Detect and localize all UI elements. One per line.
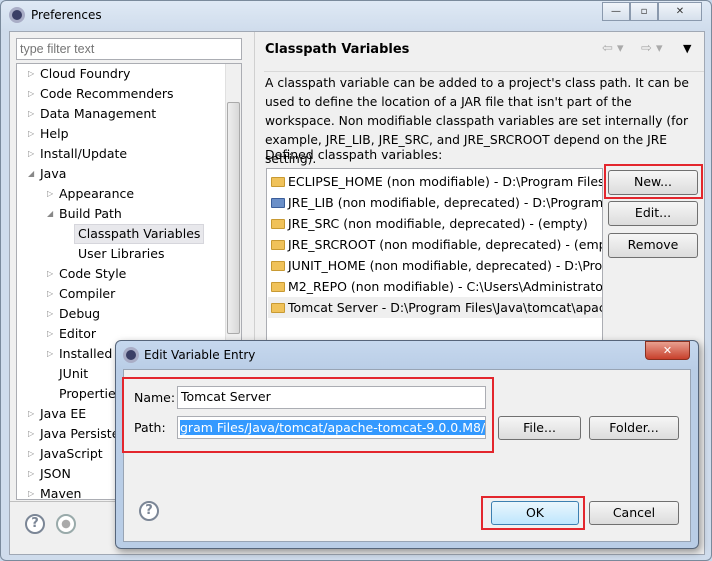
name-field[interactable]: Tomcat Server (177, 386, 486, 409)
folder-button[interactable]: Folder... (589, 416, 679, 440)
dialog-title: Edit Variable Entry (144, 348, 256, 362)
menu-icon[interactable]: ▼ (683, 42, 691, 55)
ok-button[interactable]: OK (491, 501, 579, 525)
path-value: gram Files/Java/tomcat/apache-tomcat-9.0… (180, 420, 485, 435)
variable-label: JRE_SRCROOT (non modifiable, deprecated)… (288, 237, 603, 252)
path-field[interactable]: gram Files/Java/tomcat/apache-tomcat-9.0… (177, 416, 486, 439)
variable-item[interactable]: Tomcat Server - D:\Program Files\Java\to… (268, 297, 602, 318)
collapsed-icon[interactable]: ▷ (47, 304, 53, 324)
page-title: Classpath Variables (265, 42, 410, 57)
tree-item[interactable]: Build Path (59, 204, 122, 224)
filter-input[interactable] (16, 38, 242, 60)
tree-item[interactable]: Install/Update (40, 144, 127, 164)
collapsed-icon[interactable]: ▷ (28, 144, 34, 164)
help-icon[interactable]: ? (139, 501, 159, 521)
folder-icon (271, 303, 285, 313)
edit-variable-dialog: Edit Variable Entry ✕ Name: Tomcat Serve… (115, 340, 699, 549)
variable-label: JRE_LIB (non modifiable, deprecated) - D… (288, 195, 603, 210)
tree-item[interactable]: JavaScript (40, 444, 103, 464)
name-label: Name: (134, 390, 176, 405)
collapsed-icon[interactable]: ▷ (47, 284, 53, 304)
jar-icon (271, 198, 285, 208)
edit-button[interactable]: Edit... (608, 201, 698, 226)
list-label: Defined classpath variables: (265, 147, 443, 162)
variable-item[interactable]: JRE_SRC (non modifiable, deprecated) - (… (271, 213, 588, 234)
forward-icon[interactable]: ⇨ ▾ (641, 41, 663, 56)
collapsed-icon[interactable]: ▷ (28, 424, 34, 444)
help-icon[interactable]: ? (25, 514, 45, 534)
variable-label: Tomcat Server - D:\Program Files\Java\to… (288, 300, 603, 315)
tree-item[interactable]: JSON (40, 464, 71, 484)
minimize-button[interactable]: — (602, 2, 630, 21)
collapsed-icon[interactable]: ▷ (47, 184, 53, 204)
remove-button[interactable]: Remove (608, 233, 698, 258)
variable-label: JRE_SRC (non modifiable, deprecated) - (… (288, 216, 588, 231)
collapsed-icon[interactable]: ▷ (28, 444, 34, 464)
tree-item[interactable]: Appearance (59, 184, 134, 204)
collapsed-icon[interactable]: ▷ (47, 344, 53, 364)
tree-item[interactable]: Code Style (59, 264, 126, 284)
tree-item[interactable]: Debug (59, 304, 100, 324)
variable-label: JUNIT_HOME (non modifiable, deprecated) … (288, 258, 603, 273)
tree-item[interactable]: User Libraries (78, 244, 164, 264)
divider (264, 71, 704, 72)
collapsed-icon[interactable]: ▷ (28, 124, 34, 144)
folder-icon (271, 177, 285, 187)
expanded-icon[interactable]: ◢ (28, 164, 34, 184)
tree-item[interactable]: Help (40, 124, 69, 144)
variables-list: ECLIPSE_HOME (non modifiable) - D:\Progr… (266, 168, 603, 358)
collapsed-icon[interactable]: ▷ (47, 264, 53, 284)
variable-item[interactable]: M2_REPO (non modifiable) - C:\Users\Admi… (271, 276, 603, 297)
variable-label: M2_REPO (non modifiable) - C:\Users\Admi… (288, 279, 603, 294)
collapsed-icon[interactable]: ▷ (28, 484, 34, 499)
tree-item[interactable]: JUnit (59, 364, 88, 384)
tree-item[interactable]: Data Management (40, 104, 156, 124)
expanded-icon[interactable]: ◢ (47, 204, 53, 224)
collapsed-icon[interactable]: ▷ (28, 84, 34, 104)
collapsed-icon[interactable]: ▷ (28, 104, 34, 124)
collapsed-icon[interactable]: ▷ (28, 64, 34, 84)
file-button[interactable]: File... (498, 416, 581, 440)
tree-item[interactable]: Cloud Foundry (40, 64, 130, 84)
dialog-close-button[interactable]: ✕ (645, 341, 690, 360)
collapsed-icon[interactable]: ▷ (28, 464, 34, 484)
variable-item[interactable]: JUNIT_HOME (non modifiable, deprecated) … (271, 255, 603, 276)
variable-label: ECLIPSE_HOME (non modifiable) - D:\Progr… (288, 174, 603, 189)
variable-item[interactable]: JRE_SRCROOT (non modifiable, deprecated)… (271, 234, 603, 255)
folder-locked-icon (271, 240, 285, 250)
tree-item[interactable]: Maven (40, 484, 81, 499)
scrollbar-thumb[interactable] (227, 102, 240, 334)
folder-locked-icon (271, 219, 285, 229)
cancel-button[interactable]: Cancel (589, 501, 679, 525)
eclipse-icon (9, 7, 25, 23)
close-button[interactable]: ✕ (658, 2, 702, 21)
folder-locked-icon (271, 261, 285, 271)
back-icon[interactable]: ⇦ ▾ (602, 41, 624, 56)
collapsed-icon[interactable]: ▷ (28, 404, 34, 424)
tree-item[interactable]: Editor (59, 324, 96, 344)
folder-icon (271, 282, 285, 292)
variable-item[interactable]: JRE_LIB (non modifiable, deprecated) - D… (271, 192, 603, 213)
record-icon[interactable] (56, 514, 76, 534)
tree-item[interactable]: Compiler (59, 284, 115, 304)
tree-item[interactable]: Java EE (40, 404, 86, 424)
tree-item[interactable]: Code Recommenders (40, 84, 174, 104)
maximize-button[interactable]: ▫ (630, 2, 658, 21)
tree-item[interactable]: Classpath Variables (74, 224, 205, 244)
window-title: Preferences (31, 8, 102, 22)
tree-item[interactable]: Java (40, 164, 66, 184)
variable-item[interactable]: ECLIPSE_HOME (non modifiable) - D:\Progr… (271, 171, 603, 192)
collapsed-icon[interactable]: ▷ (47, 324, 53, 344)
path-label: Path: (134, 420, 166, 435)
new-button[interactable]: New... (608, 170, 698, 195)
eclipse-icon (123, 347, 139, 363)
